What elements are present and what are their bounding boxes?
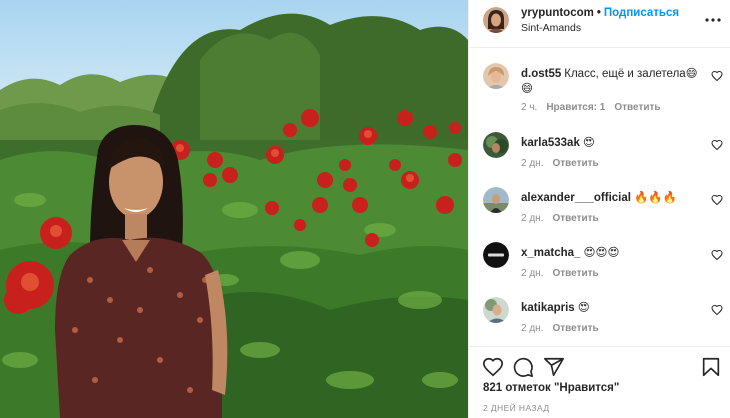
comment-body: katikapris 😍 xyxy=(521,301,701,316)
photo-illustration xyxy=(0,0,468,418)
like-comment-heart-icon[interactable] xyxy=(711,194,723,206)
commenter-avatar[interactable] xyxy=(483,242,509,268)
commenter-avatar[interactable] xyxy=(483,297,509,323)
more-horizontal-icon[interactable] xyxy=(703,13,723,27)
like-comment-heart-icon[interactable] xyxy=(711,139,723,151)
comment-time[interactable]: 2 дн. xyxy=(521,268,543,279)
comment-time[interactable]: 2 дн. xyxy=(521,213,543,224)
separator-dot: • xyxy=(596,7,601,19)
commenter-avatar[interactable] xyxy=(483,63,509,89)
post-side-panel: yrypuntocom • Подписаться Sint-Amands d.os… xyxy=(468,0,730,418)
comment-likes[interactable]: Нравится: 1 xyxy=(546,102,605,113)
comment-text: 😍 xyxy=(577,302,590,314)
comment-text: 😍😍😍 xyxy=(583,247,620,259)
share-icon[interactable] xyxy=(543,356,565,378)
comment-text: 😍 xyxy=(582,137,595,149)
comment-username[interactable]: alexander___official xyxy=(521,192,631,204)
comment-username[interactable]: x_matcha_ xyxy=(521,247,580,259)
comment-text: 🔥🔥🔥 xyxy=(633,192,677,204)
post-header: yrypuntocom • Подписаться Sint-Amands xyxy=(469,0,730,48)
location-link[interactable]: Sint-Amands xyxy=(521,22,581,34)
like-comment-heart-icon[interactable] xyxy=(711,70,723,82)
comment-meta: 2 дн. Ответить xyxy=(521,323,608,334)
comment-item: katikapris 😍 2 дн. Ответить xyxy=(469,297,730,345)
post-actions: 821 отметок "Нравится" 2 ДНЕЙ НАЗАД xyxy=(469,346,730,418)
comment-body: karla533ak 😍 xyxy=(521,136,701,151)
heart-icon[interactable] xyxy=(482,356,504,378)
reply-button[interactable]: Ответить xyxy=(552,323,598,334)
comment-username[interactable]: katikapris xyxy=(521,302,575,314)
comment-time[interactable]: 2 дн. xyxy=(521,158,543,169)
post-date[interactable]: 2 ДНЕЙ НАЗАД xyxy=(483,403,549,413)
post-photo[interactable] xyxy=(0,0,468,418)
instagram-post-view: yrypuntocom • Подписаться Sint-Amands d.os… xyxy=(0,0,730,418)
likes-count[interactable]: 821 отметок "Нравится" xyxy=(483,382,619,394)
comment-meta: 2 дн. Ответить xyxy=(521,213,608,224)
comment-time[interactable]: 2 ч. xyxy=(521,102,537,113)
author-line: yrypuntocom • Подписаться xyxy=(521,7,679,19)
author-avatar[interactable] xyxy=(483,7,509,33)
comment-item: x_matcha_ 😍😍😍 2 дн. Ответить xyxy=(469,242,730,290)
comment-username[interactable]: d.ost55 xyxy=(521,68,561,80)
comment-item: karla533ak 😍 2 дн. Ответить xyxy=(469,132,730,180)
comment-item: alexander___official 🔥🔥🔥 2 дн. Ответить xyxy=(469,187,730,235)
reply-button[interactable]: Ответить xyxy=(552,213,598,224)
comment-meta: 2 дн. Ответить xyxy=(521,158,608,169)
like-comment-heart-icon[interactable] xyxy=(711,304,723,316)
author-username[interactable]: yrypuntocom xyxy=(521,7,594,19)
commenter-avatar[interactable] xyxy=(483,132,509,158)
comment-username[interactable]: karla533ak xyxy=(521,137,580,149)
like-comment-heart-icon[interactable] xyxy=(711,249,723,261)
comment-item: d.ost55 Класс, ещё и залетела😄😄 2 ч. Нрави… xyxy=(469,63,730,113)
comment-icon[interactable] xyxy=(512,356,534,378)
comment-meta: 2 ч. Нравится: 1 Ответить xyxy=(521,102,670,113)
reply-button[interactable]: Ответить xyxy=(552,268,598,279)
follow-button[interactable]: Подписаться xyxy=(604,7,679,19)
comment-body: alexander___official 🔥🔥🔥 xyxy=(521,191,701,206)
comment-body: x_matcha_ 😍😍😍 xyxy=(521,246,701,261)
comment-time[interactable]: 2 дн. xyxy=(521,323,543,334)
bookmark-icon[interactable] xyxy=(700,356,722,378)
commenter-avatar[interactable] xyxy=(483,187,509,213)
comment-body: d.ost55 Класс, ещё и залетела😄😄 xyxy=(521,67,701,97)
reply-button[interactable]: Ответить xyxy=(552,158,598,169)
reply-button[interactable]: Ответить xyxy=(614,102,660,113)
comment-meta: 2 дн. Ответить xyxy=(521,268,608,279)
